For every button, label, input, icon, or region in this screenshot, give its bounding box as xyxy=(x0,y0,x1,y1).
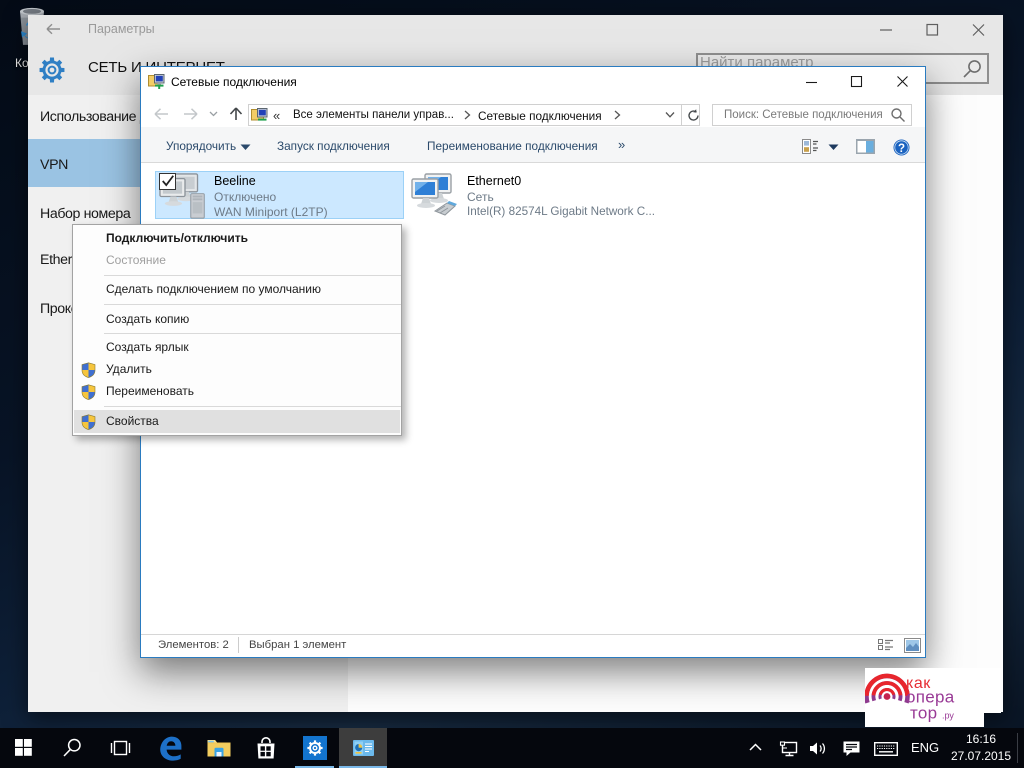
svg-text:тор: тор xyxy=(910,704,937,723)
svg-text:.ру: .ру xyxy=(942,711,954,721)
svg-text:?: ? xyxy=(898,143,905,155)
